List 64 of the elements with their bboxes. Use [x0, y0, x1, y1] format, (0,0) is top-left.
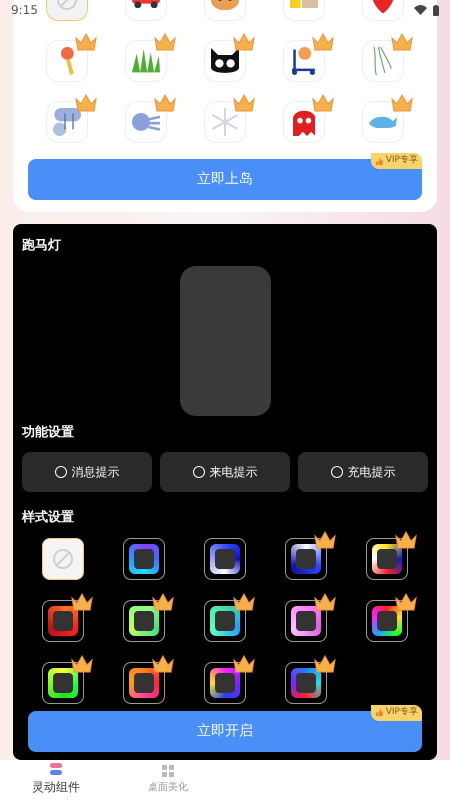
- sticker-tile[interactable]: [362, 101, 404, 143]
- sticker-icon: [292, 108, 315, 136]
- light-ring-icon: [291, 606, 322, 636]
- sticker-icon: [210, 48, 239, 74]
- sticker-tile[interactable]: [46, 101, 88, 143]
- sticker-tile[interactable]: [204, 40, 246, 82]
- prohibited-icon: [52, 548, 74, 570]
- sticker-tile[interactable]: [282, 101, 325, 143]
- light-style-tile[interactable]: [204, 662, 246, 704]
- light-ring-icon: [128, 668, 159, 698]
- nav-tab[interactable]: 灵动组件: [0, 760, 112, 800]
- light-style-tile[interactable]: [285, 538, 328, 580]
- grid-icon: [162, 764, 174, 777]
- no-style-tile[interactable]: [42, 538, 84, 580]
- section-title: 功能设置: [22, 424, 75, 442]
- light-style-tile[interactable]: [366, 600, 408, 642]
- light-style-tile[interactable]: [204, 538, 246, 580]
- section-title: 样式设置: [22, 509, 75, 527]
- sticker-icon: [53, 108, 82, 136]
- light-style-tile[interactable]: [122, 600, 165, 642]
- light-ring-icon: [291, 544, 322, 574]
- light-ring-icon: [48, 668, 78, 698]
- light-ring-icon: [128, 544, 159, 574]
- function-option[interactable]: 充电提示: [298, 452, 428, 492]
- light-ring-icon: [372, 544, 402, 574]
- light-style-tile[interactable]: [285, 600, 328, 642]
- light-style-tile[interactable]: [204, 600, 246, 642]
- light-ring-icon: [210, 668, 240, 698]
- battery-icon: [433, 4, 439, 16]
- vip-badge: VIP专享: [370, 704, 422, 720]
- function-option[interactable]: 消息提示: [22, 452, 152, 492]
- status-time: 9:15: [11, 2, 38, 19]
- sticker-icon: [210, 108, 239, 136]
- thumb-icon: [374, 708, 384, 717]
- sticker-tile[interactable]: [125, 40, 168, 82]
- light-style-tile[interactable]: [42, 600, 84, 642]
- thumb-icon: [374, 156, 384, 166]
- light-style-tile[interactable]: [122, 662, 165, 704]
- sticker-tile[interactable]: [204, 101, 246, 143]
- light-ring-icon: [128, 606, 159, 636]
- light-style-tile[interactable]: [122, 538, 165, 580]
- function-option[interactable]: 来电提示: [160, 452, 290, 492]
- sticker-icon: [292, 47, 316, 75]
- sticker-tile[interactable]: [46, 40, 88, 82]
- light-ring-icon: [210, 606, 240, 636]
- sticker-tile[interactable]: [362, 40, 404, 82]
- sticker-icon: [368, 116, 397, 128]
- light-style-tile[interactable]: [285, 662, 328, 704]
- section-title: 跑马灯: [22, 237, 62, 255]
- sticker-tile[interactable]: [125, 101, 168, 143]
- light-style-tile[interactable]: [42, 662, 84, 704]
- vip-badge: VIP专享: [370, 153, 422, 169]
- sticker-icon: [372, 47, 392, 75]
- light-ring-icon: [210, 544, 240, 574]
- sticker-icon: [132, 49, 160, 73]
- light-style-tile[interactable]: [366, 538, 408, 580]
- sticker-icon: [132, 113, 160, 131]
- wifi-icon: [414, 5, 427, 15]
- sticker-tile[interactable]: [282, 40, 325, 82]
- sticker-icon: [61, 47, 74, 75]
- toggle-icon: [50, 763, 62, 776]
- light-ring-icon: [48, 606, 78, 636]
- light-ring-icon: [372, 606, 402, 636]
- light-ring-icon: [291, 668, 322, 698]
